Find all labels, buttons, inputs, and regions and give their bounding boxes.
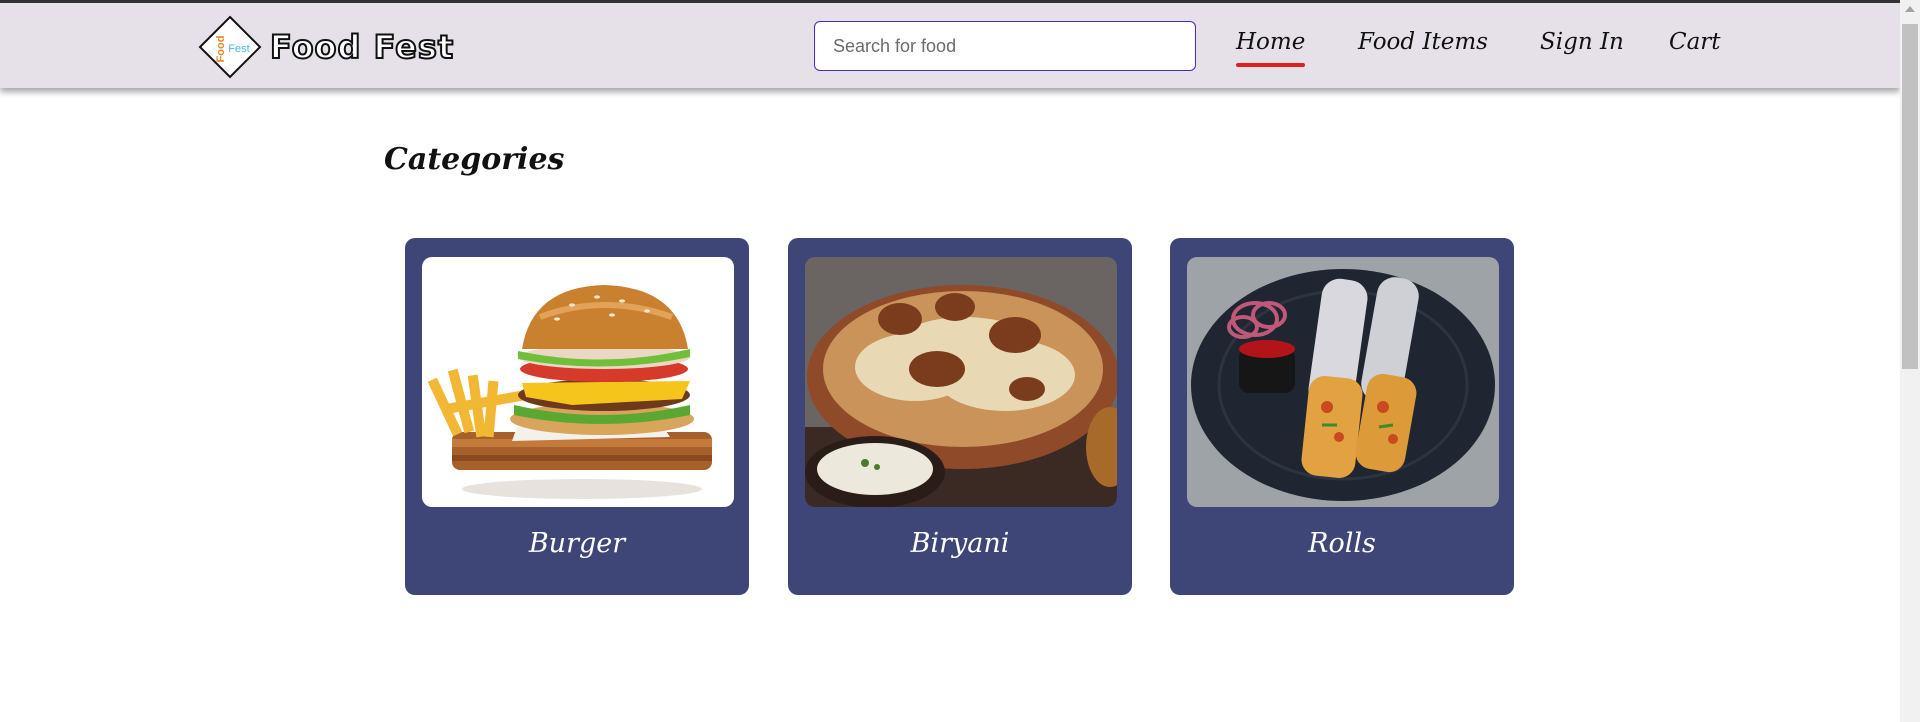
- logo-word-top: Food: [215, 36, 227, 63]
- logo-word-bottom: Fest: [228, 43, 249, 55]
- brand-name: Food Fest: [269, 27, 455, 67]
- page-scrollbar[interactable]: [1900, 0, 1920, 722]
- nav-link-food-items-label: Food Items: [1358, 29, 1488, 55]
- search-input[interactable]: [814, 21, 1196, 71]
- category-card-biryani[interactable]: Biryani: [788, 238, 1132, 595]
- category-card-burger[interactable]: Burger: [405, 238, 749, 595]
- nav-link-cart[interactable]: Cart: [1669, 29, 1721, 55]
- navbar: Food Fest Food Fest Home Food Items Sign…: [0, 3, 1900, 88]
- category-label: Rolls: [1308, 528, 1376, 559]
- section-title: Categories: [384, 142, 565, 177]
- nav-link-home-label: Home: [1236, 29, 1306, 55]
- category-label: Biryani: [910, 528, 1010, 559]
- nav-link-food-items[interactable]: Food Items: [1358, 29, 1488, 55]
- scrollbar-thumb[interactable]: [1902, 24, 1918, 369]
- biryani-image: [805, 257, 1117, 507]
- nav-link-cart-label: Cart: [1669, 29, 1721, 55]
- burger-image: [422, 257, 734, 507]
- brand-logo-link[interactable]: Food Fest Food Fest: [198, 15, 454, 79]
- nav-link-home[interactable]: Home: [1236, 29, 1306, 67]
- nav-link-sign-in-label: Sign In: [1540, 29, 1624, 55]
- category-card-rolls[interactable]: Rolls: [1170, 238, 1514, 595]
- scroll-up-arrow-icon[interactable]: [1905, 6, 1915, 12]
- logo-icon: Food Fest: [198, 15, 262, 79]
- active-nav-indicator: [1236, 63, 1306, 67]
- rolls-image: [1187, 257, 1499, 507]
- category-label: Burger: [528, 528, 626, 559]
- nav-link-sign-in[interactable]: Sign In: [1540, 29, 1624, 55]
